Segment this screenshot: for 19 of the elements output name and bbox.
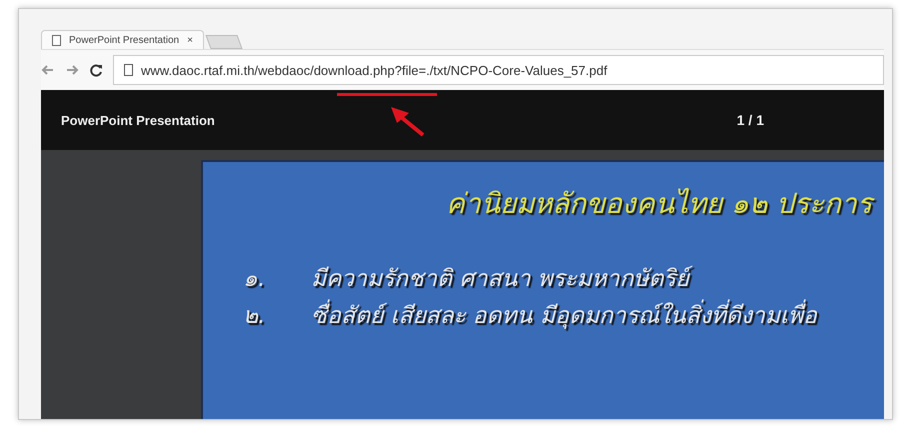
document-title: PowerPoint Presentation (61, 112, 215, 128)
page-icon (124, 64, 133, 76)
address-bar[interactable]: www.daoc.rtaf.mi.th/webdaoc/download.php?file=./txt/NCPO-Core-Values_57.pdf (113, 55, 884, 85)
item-text: มีความรักชาติ ศาสนา พระมหากษัตริย์ (311, 260, 695, 298)
slide-title: ค่านิยมหลักของคนไทย ๑๒ ประการ (446, 182, 878, 227)
item-text: ซื่อสัตย์ เสียสละ อดทน มีอุดมการณ์ในสิ่งที่ดีงามเพื่อ (311, 298, 823, 334)
page-counter: 1 / 1 (736, 112, 764, 128)
browser-tab[interactable]: PowerPoint Presentation × (41, 30, 204, 49)
item-number: ๒. (243, 302, 266, 331)
page-icon (52, 34, 61, 46)
arrow-mark (391, 107, 424, 137)
item-number: ๑. (243, 264, 266, 294)
new-tab-button[interactable] (205, 35, 242, 49)
forward-icon[interactable] (65, 63, 79, 77)
reload-icon[interactable] (89, 63, 103, 77)
tab-title: PowerPoint Presentation (69, 34, 180, 46)
url-text: www.daoc.rtaf.mi.th/webdaoc/download.php?file=./txt/NCPO-Core-Values_57.pdf (141, 62, 608, 78)
back-icon[interactable] (41, 63, 55, 77)
close-icon[interactable]: × (187, 34, 193, 46)
